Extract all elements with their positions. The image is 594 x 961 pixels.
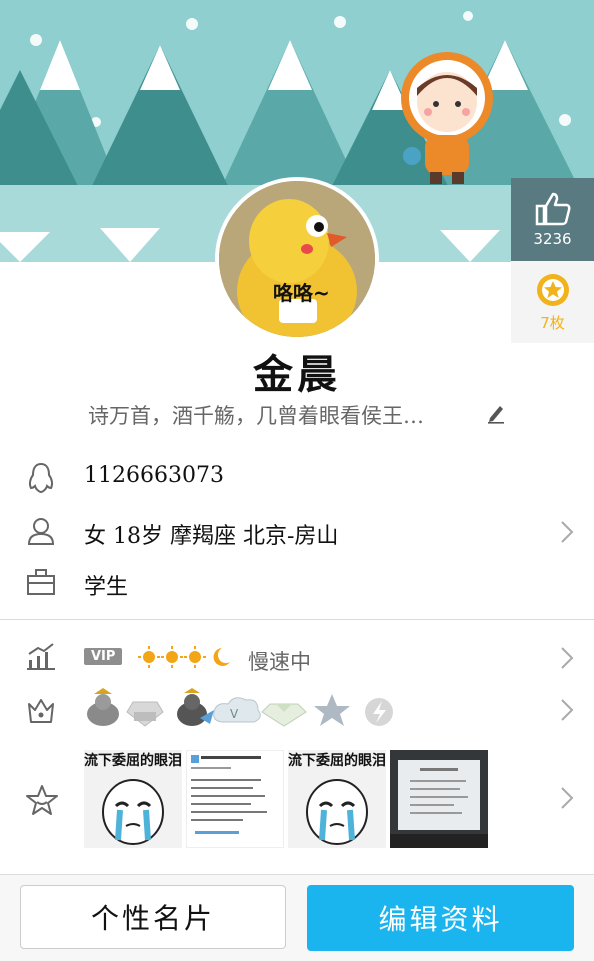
photo-caption: 流下委屈的眼泪	[84, 753, 182, 769]
speed-status: 慢速中	[248, 650, 311, 674]
photo-caption: 流下委屈的眼泪	[288, 753, 386, 769]
personal-details-row[interactable]: 女 18岁 摩羯座 北京-房山	[0, 510, 594, 554]
profile-signature[interactable]: 诗万首，酒千觞，几曾着眼看侯王…	[88, 400, 468, 430]
chevron-right-icon	[561, 699, 574, 721]
coin-button[interactable]: 7枚	[511, 261, 594, 343]
photo-thumb-3[interactable]: 流下委屈的眼泪	[288, 750, 386, 848]
like-count: 3236	[533, 229, 572, 248]
coin-count: 7枚	[540, 313, 565, 332]
chevron-right-icon	[561, 647, 574, 669]
section-divider	[0, 619, 594, 620]
personal-details: 女 18岁 摩羯座 北京-房山	[84, 524, 339, 549]
crown-icon	[28, 699, 54, 723]
occupation: 学生	[84, 575, 129, 600]
edit-pencil-icon[interactable]	[486, 402, 506, 424]
photo-thumb-2[interactable]	[186, 750, 284, 848]
level-suns-icon	[138, 646, 230, 668]
person-icon	[27, 518, 55, 545]
svg-text:V: V	[230, 707, 239, 721]
profile-name: 金晨	[253, 351, 341, 398]
service-badges-icons[interactable]: V	[84, 688, 404, 730]
photo-thumb-1[interactable]: 流下委屈的眼泪	[84, 750, 182, 848]
stats-panel: 3236 7枚	[511, 178, 594, 343]
level-chart-icon	[27, 643, 55, 670]
edit-profile-button[interactable]: 编辑资料	[307, 885, 574, 951]
briefcase-icon	[27, 569, 55, 595]
chevron-right-icon	[561, 787, 574, 809]
thumbs-up-icon	[535, 192, 570, 225]
star-hand-icon	[26, 785, 58, 815]
avatar[interactable]: 咯咯~	[215, 177, 379, 341]
like-button[interactable]: 3236	[511, 178, 594, 261]
star-badge-icon	[536, 273, 569, 306]
penguin-icon	[28, 462, 54, 494]
vip-badge: VIP	[84, 648, 123, 665]
profile-card-button[interactable]: 个性名片	[20, 885, 286, 949]
qq-number-row: 1126663073	[0, 458, 594, 498]
avatar-caption: 咯咯~	[273, 281, 330, 305]
occupation-row: 学生	[0, 564, 594, 604]
chevron-right-icon	[561, 521, 574, 543]
photo-thumb-4[interactable]	[390, 750, 488, 848]
qq-number: 1126663073	[84, 463, 224, 488]
bottom-action-bar: 个性名片 编辑资料	[0, 874, 594, 961]
